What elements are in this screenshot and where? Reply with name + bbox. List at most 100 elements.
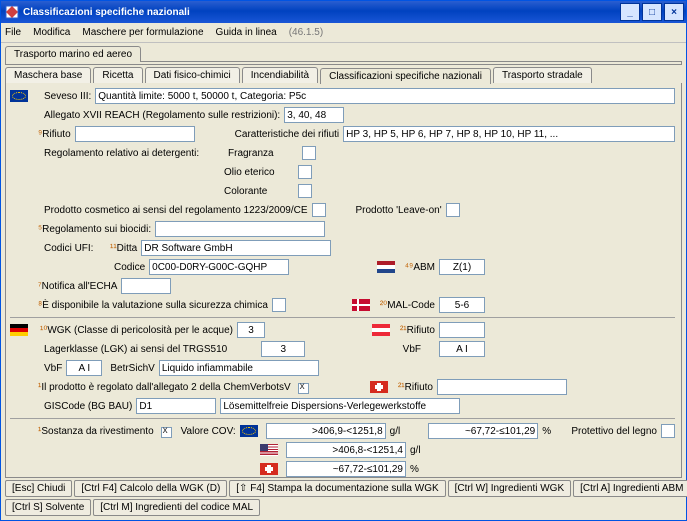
rifiuto-input[interactable] xyxy=(75,126,195,142)
tabs-row-upper: Trasporto marino ed aereo xyxy=(1,43,686,61)
menu-maschere[interactable]: Maschere per formulazione xyxy=(82,27,203,38)
betr-input[interactable] xyxy=(159,360,319,376)
ingredienti-mal-button[interactable]: [Ctrl M] Ingredienti del codice MAL xyxy=(93,499,260,516)
notifica-input[interactable] xyxy=(121,278,171,294)
solvente-button[interactable]: [Ctrl S] Solvente xyxy=(5,499,91,516)
leaveon-checkbox[interactable] xyxy=(446,203,460,217)
at-flag-icon xyxy=(372,324,390,336)
fragranza-checkbox[interactable] xyxy=(302,146,316,160)
cosmetico-checkbox[interactable] xyxy=(312,203,326,217)
button-row-2: [Ctrl S] Solvente [Ctrl M] Ingredienti d… xyxy=(1,499,686,520)
abm-label: ABM xyxy=(413,262,435,273)
voc-us-flag-icon xyxy=(260,444,278,456)
wgk-input[interactable] xyxy=(237,322,265,338)
menu-file[interactable]: File xyxy=(5,27,21,38)
nl-flag-icon xyxy=(377,261,395,273)
tab-trasporto-stradale[interactable]: Trasporto stradale xyxy=(493,67,592,83)
tab-classificazioni[interactable]: Classificazioni specifiche nazionali xyxy=(320,68,491,84)
eu-flag-icon xyxy=(10,90,28,102)
de-vbf-label: VbF xyxy=(44,363,62,374)
lgk-label: Lagerklasse (LGK) ai sensi del TRGS510 xyxy=(44,344,227,355)
tab-incendiabilita[interactable]: Incendiabilità xyxy=(242,67,318,83)
detergenti-label: Regolamento relativo ai detergenti: xyxy=(44,148,224,159)
tab-trasporto-marino[interactable]: Trasporto marino ed aereo xyxy=(5,46,141,62)
protettivo-label: Protettivo del legno xyxy=(571,426,657,437)
voc-eu-unit: g/l xyxy=(390,426,401,437)
codice-input[interactable] xyxy=(149,259,289,275)
esc-chiudi-button[interactable]: [Esc] Chiudi xyxy=(5,480,72,497)
biocidi-label: Regolamento sui biocidi: xyxy=(42,224,151,235)
mal-label: MAL-Code xyxy=(387,300,435,311)
titlebar: Classificazioni specifiche nazionali _ □… xyxy=(1,1,686,23)
calcolo-wgk-button[interactable]: [Ctrl F4] Calcolo della WGK (D) xyxy=(74,480,227,497)
voc-pct-input[interactable] xyxy=(428,423,538,439)
gis-input[interactable] xyxy=(136,398,216,414)
valutazione-checkbox[interactable] xyxy=(272,298,286,312)
close-button[interactable]: × xyxy=(664,3,684,21)
maximize-button[interactable]: □ xyxy=(642,3,662,21)
voc-ch-input[interactable] xyxy=(286,461,406,477)
button-row-1: [Esc] Chiudi [Ctrl F4] Calcolo della WGK… xyxy=(1,480,686,499)
fragranza-label: Fragranza xyxy=(228,148,298,159)
abm-input[interactable] xyxy=(439,259,485,275)
menu-modifica[interactable]: Modifica xyxy=(33,27,70,38)
ditta-label: Ditta xyxy=(117,243,138,254)
seveso-label: Seveso III: xyxy=(44,91,91,102)
voc-pct-unit: % xyxy=(542,426,551,437)
colorante-checkbox[interactable] xyxy=(298,184,312,198)
protettivo-checkbox[interactable] xyxy=(661,424,675,438)
chemv-checkbox[interactable] xyxy=(298,383,309,394)
ingredienti-wgk-button[interactable]: [Ctrl W] Ingredienti WGK xyxy=(448,480,571,497)
olio-checkbox[interactable] xyxy=(298,165,312,179)
menu-guida[interactable]: Guida in linea xyxy=(216,27,277,38)
caratt-input[interactable] xyxy=(343,126,675,142)
olio-label: Olio eterico xyxy=(224,167,294,178)
leaveon-label: Prodotto 'Leave-on' xyxy=(356,205,442,216)
cosmetico-label: Prodotto cosmetico ai sensi del regolame… xyxy=(44,205,308,216)
at-vbf-input[interactable] xyxy=(439,341,485,357)
de-flag-icon xyxy=(10,324,28,336)
dk-flag-icon xyxy=(352,299,370,311)
seveso-input[interactable] xyxy=(95,88,675,104)
sostanza-label: Sostanza da rivestimento xyxy=(41,426,153,437)
stampa-wgk-button[interactable]: [⇧ F4] Stampa la documentazione sulla WG… xyxy=(229,480,445,497)
sostanza-checkbox[interactable] xyxy=(161,427,172,438)
rifiuto-label: Rifiuto xyxy=(42,129,70,140)
ingredienti-abm-button[interactable]: [Ctrl A] Ingredienti ABM xyxy=(573,480,687,497)
at-rifiuto-input[interactable] xyxy=(439,322,485,338)
notifica-label: Notifica all'ECHA xyxy=(42,281,118,292)
voc-us-input[interactable] xyxy=(286,442,406,458)
gis-desc-input[interactable] xyxy=(220,398,460,414)
voc-ch-unit: % xyxy=(410,464,419,475)
lgk-input[interactable] xyxy=(261,341,305,357)
at-rifiuto-label: Rifiuto xyxy=(407,325,435,336)
menubar: File Modifica Maschere per formulazione … xyxy=(1,23,686,43)
caratt-label: Caratteristiche dei rifiuti xyxy=(235,129,339,140)
tab-maschera-base[interactable]: Maschera base xyxy=(5,67,91,83)
ch-rifiuto-label: Rifiuto xyxy=(405,382,433,393)
allegato-input[interactable] xyxy=(284,107,344,123)
wgk-label: WGK (Classe di pericolosità per le acque… xyxy=(47,325,233,336)
ditta-input[interactable] xyxy=(141,240,331,256)
colorante-label: Colorante xyxy=(224,186,294,197)
de-vbf-input[interactable] xyxy=(66,360,102,376)
valutazione-label: È disponibile la valutazione sulla sicur… xyxy=(42,300,268,311)
mal-input[interactable] xyxy=(439,297,485,313)
app-icon xyxy=(5,5,19,19)
ch-rifiuto-input[interactable] xyxy=(437,379,567,395)
ch-flag-icon xyxy=(370,381,388,393)
tabs-row-main: Maschera base Ricetta Dati fisico-chimic… xyxy=(1,65,686,83)
gis-label: GISCode (BG BAU) xyxy=(44,401,132,412)
content-pane: Seveso III: Allegato XVII REACH (Regolam… xyxy=(5,83,682,478)
voc-eu-input[interactable] xyxy=(266,423,386,439)
biocidi-input[interactable] xyxy=(155,221,325,237)
at-vbf-label: VbF xyxy=(403,344,421,355)
codice-label: Codice xyxy=(114,262,145,273)
betr-label: BetrSichV xyxy=(110,363,154,374)
minimize-button[interactable]: _ xyxy=(620,3,640,21)
tab-ricetta[interactable]: Ricetta xyxy=(93,67,142,83)
app-window: Classificazioni specifiche nazionali _ □… xyxy=(0,0,687,521)
tab-dati-fisico[interactable]: Dati fisico-chimici xyxy=(145,67,240,83)
codiciufi-label: Codici UFI: xyxy=(44,243,106,254)
allegato-label: Allegato XVII REACH (Regolamento sulle r… xyxy=(44,110,280,121)
